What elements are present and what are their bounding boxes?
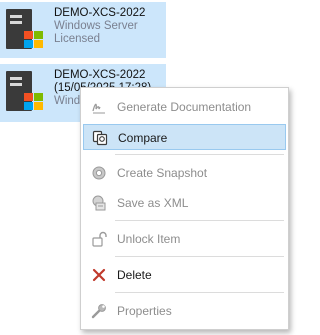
windows-server-icon: [6, 71, 43, 111]
windows-server-icon: [6, 9, 43, 49]
menu-separator: [115, 220, 284, 221]
server-license: Licensed: [54, 33, 101, 45]
menu-item-properties[interactable]: Properties: [83, 298, 286, 324]
delete-x-icon: [92, 268, 106, 282]
menu-separator: [115, 292, 284, 293]
server-tile-1[interactable]: DEMO-XCS-2022 Windows Server Licensed: [0, 2, 166, 58]
menu-item-create-snapshot[interactable]: Create Snapshot: [83, 160, 286, 186]
server-name: DEMO-XCS-2022: [54, 7, 146, 19]
menu-item-unlock-item[interactable]: Unlock Item: [83, 226, 286, 252]
menu-label: Create Snapshot: [117, 166, 208, 180]
context-menu: Generate Documentation Compare Create Sn…: [80, 87, 289, 330]
menu-item-generate-documentation[interactable]: Generate Documentation: [83, 94, 286, 120]
menu-label: Delete: [117, 268, 152, 282]
compare-icon: [92, 130, 108, 146]
unlock-icon: [92, 231, 107, 247]
wrench-icon: [91, 304, 106, 319]
menu-item-save-as-xml[interactable]: Save as XML: [83, 190, 286, 216]
menu-label: Compare: [118, 131, 168, 145]
server-os: Windows Server: [54, 20, 138, 32]
menu-label: Unlock Item: [117, 232, 181, 246]
menu-label: Generate Documentation: [117, 100, 252, 114]
menu-item-delete[interactable]: Delete: [83, 262, 286, 288]
menu-separator: [115, 154, 284, 155]
snapshot-icon: [92, 166, 106, 180]
menu-label: Properties: [117, 304, 172, 318]
menu-item-compare[interactable]: Compare: [83, 124, 286, 150]
server-name: DEMO-XCS-2022: [54, 69, 146, 81]
menu-separator: [115, 256, 284, 257]
signature-icon: [92, 103, 105, 114]
save-xml-icon: [92, 195, 106, 211]
menu-label: Save as XML: [117, 196, 189, 210]
